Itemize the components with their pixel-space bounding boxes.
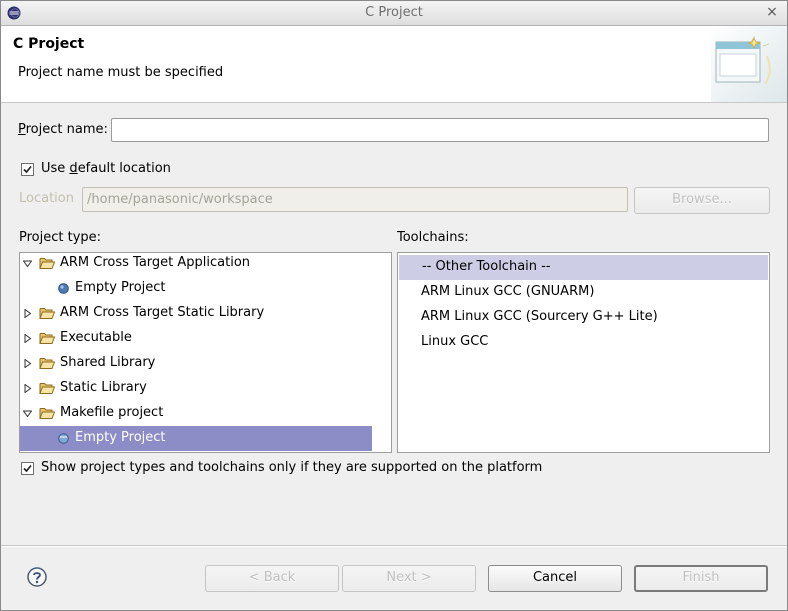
toolchains-list[interactable]: -- Other Toolchain -- ARM Linux GCC (GNU… [397, 252, 770, 453]
toolchain-item-label: ARM Linux GCC (Sourcery G++ Lite) [421, 309, 658, 324]
project-ball-icon [58, 283, 69, 294]
collapsed-arrow-icon [24, 384, 32, 393]
folder-open-icon [39, 258, 55, 269]
tree-item-label: Empty Project [75, 430, 166, 445]
tree-item-makefile-project[interactable]: Makefile project [20, 401, 391, 426]
back-button[interactable]: < Back [205, 565, 339, 592]
toolchains-label: Toolchains: [397, 230, 469, 245]
toolchain-item-other[interactable]: -- Other Toolchain -- [399, 255, 768, 280]
use-default-location-checkbox[interactable] [21, 163, 34, 176]
window-title: C Project [365, 5, 423, 20]
tree-item-label: ARM Cross Target Application [60, 255, 251, 270]
show-supported-checkbox[interactable] [21, 462, 34, 475]
expanded-arrow-icon [23, 410, 32, 418]
collapsed-arrow-icon [24, 359, 32, 368]
help-icon[interactable] [27, 567, 47, 587]
folder-open-icon [39, 358, 55, 369]
folder-open-icon [39, 383, 55, 394]
tree-item-shared-library[interactable]: Shared Library [20, 351, 391, 376]
project-type-tree[interactable]: ARM Cross Target Application Empty Proje… [19, 252, 392, 453]
project-type-label: Project type: [19, 230, 102, 245]
wizard-banner: C Project Project name must be specified [1, 26, 787, 103]
banner-message: Project name must be specified [18, 65, 224, 80]
tree-item-static-library[interactable]: Static Library [20, 376, 391, 401]
toolchain-item-gnuarm[interactable]: ARM Linux GCC (GNUARM) [398, 280, 769, 305]
expanded-arrow-icon [23, 260, 32, 268]
project-name-input[interactable] [111, 118, 769, 142]
tree-item-label: Shared Library [60, 355, 156, 370]
folder-open-icon [39, 408, 55, 419]
next-button[interactable]: Next > [342, 565, 476, 592]
tree-item-arm-empty-project[interactable]: Empty Project [20, 276, 391, 301]
checkmark-icon [23, 165, 32, 174]
tree-item-label: Static Library [60, 380, 147, 395]
toolchain-item-label: Linux GCC [421, 334, 489, 349]
tree-item-label: ARM Cross Target Static Library [60, 305, 265, 320]
toolchain-item-linux-gcc[interactable]: Linux GCC [398, 330, 769, 355]
tree-item-label: Makefile project [60, 405, 164, 420]
tree-item-label: Executable [60, 330, 132, 345]
toolchain-item-label: -- Other Toolchain -- [422, 259, 551, 274]
tree-item-arm-cross-target-application[interactable]: ARM Cross Target Application [20, 253, 391, 276]
dialog-window: C Project × C Project Project name must … [0, 0, 788, 611]
cancel-button[interactable]: Cancel [488, 565, 622, 592]
toolchain-item-label: ARM Linux GCC (GNUARM) [421, 284, 595, 299]
collapsed-arrow-icon [24, 334, 32, 343]
finish-button[interactable]: Finish [634, 565, 768, 592]
tree-item-makefile-empty-project[interactable]: Empty Project [20, 426, 372, 451]
location-input[interactable] [82, 187, 628, 212]
new-project-wizard-icon [711, 26, 787, 102]
use-default-location-label: Use default location [41, 161, 171, 176]
collapsed-arrow-icon [24, 309, 32, 318]
folder-open-icon [39, 333, 55, 344]
tree-item-executable[interactable]: Executable [20, 326, 391, 351]
toolchain-item-sourcery[interactable]: ARM Linux GCC (Sourcery G++ Lite) [398, 305, 769, 330]
folder-open-icon [39, 308, 55, 319]
project-ball-icon [58, 433, 69, 444]
browse-button[interactable]: Browse... [634, 187, 770, 214]
checkmark-icon [23, 464, 32, 473]
page-title: C Project [13, 36, 85, 52]
show-supported-label: Show project types and toolchains only i… [41, 460, 543, 475]
close-icon[interactable]: × [765, 5, 779, 19]
project-name-label: Project name: [18, 122, 108, 137]
title-bar[interactable]: C Project × [1, 1, 787, 26]
button-bar-separator [1, 545, 787, 547]
tree-item-label: Empty Project [75, 280, 166, 295]
location-label: Location [19, 191, 74, 206]
tree-item-arm-cross-target-static-library[interactable]: ARM Cross Target Static Library [20, 301, 391, 326]
